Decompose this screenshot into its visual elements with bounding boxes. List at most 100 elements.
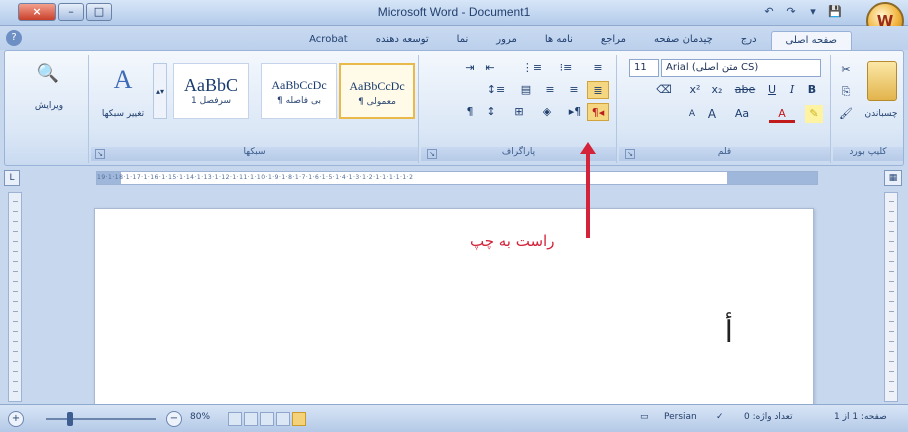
- quick-access-toolbar: ↶ ↷ ▾ 💾: [760, 4, 844, 20]
- tab-home[interactable]: صفحه اصلی: [770, 31, 852, 50]
- tab-view[interactable]: نما: [443, 31, 483, 50]
- vertical-ruler[interactable]: [884, 192, 898, 402]
- font-color-button[interactable]: A: [769, 105, 795, 123]
- word-count[interactable]: تعداد واژه: 0: [744, 412, 792, 422]
- draft-view-icon[interactable]: [228, 412, 242, 426]
- tab-insert[interactable]: درج: [727, 31, 771, 50]
- paragraph-dialog-launcher[interactable]: ↘: [427, 149, 437, 159]
- ruler-tick: [889, 351, 894, 352]
- outline-view-icon[interactable]: [244, 412, 258, 426]
- rtl-direction-icon[interactable]: ¶◂: [587, 103, 609, 121]
- ruler-tick: [13, 321, 18, 322]
- language-indicator[interactable]: Persian: [664, 412, 697, 422]
- font-dialog-launcher[interactable]: ↘: [625, 149, 635, 159]
- page-number[interactable]: صفحه: 1 از 1: [834, 412, 887, 422]
- shading-icon[interactable]: ◈: [535, 103, 559, 121]
- editing-button[interactable]: ویرایش: [17, 97, 81, 115]
- ruler-tick: [889, 291, 894, 292]
- tab-acrobat[interactable]: Acrobat: [295, 31, 362, 50]
- styles-scroll-icon[interactable]: ▴▾: [153, 63, 167, 119]
- zoom-slider-thumb[interactable]: [66, 412, 73, 426]
- style-no-spacing-name: ¶ بی فاصله: [277, 96, 321, 106]
- decrease-indent-icon[interactable]: ⇤: [481, 59, 499, 77]
- full-screen-reading-icon[interactable]: [276, 412, 290, 426]
- style-normal-sample: AaBbCcDc: [349, 79, 405, 93]
- document-page[interactable]: أ: [94, 208, 814, 404]
- change-styles-icon[interactable]: A: [103, 65, 143, 99]
- cut-icon[interactable]: ✂: [837, 61, 855, 79]
- zoom-level[interactable]: 80%: [190, 412, 210, 422]
- print-layout-icon[interactable]: [292, 412, 306, 426]
- ribbon-tabs: ? صفحه اصلی درج چیدمان صفحه مراجع نامه ه…: [0, 26, 908, 50]
- ruler-tick: [889, 271, 894, 272]
- highlight-icon[interactable]: ✎: [805, 105, 823, 123]
- bold-button[interactable]: B: [803, 81, 821, 99]
- font-name-field[interactable]: Arial (متن اصلی CS): [661, 59, 821, 77]
- align-left-icon[interactable]: ≡: [539, 81, 561, 99]
- clear-formatting-icon[interactable]: ⌫: [649, 81, 679, 99]
- underline-button[interactable]: U: [763, 81, 781, 99]
- change-case-button[interactable]: Aa: [729, 105, 755, 123]
- sort-icon[interactable]: ↕: [481, 103, 501, 121]
- line-spacing-icon[interactable]: ↕≡: [483, 81, 509, 99]
- paste-icon[interactable]: [867, 61, 897, 101]
- numbering-icon[interactable]: ≡: [585, 59, 611, 77]
- ruler-tick: [13, 381, 18, 382]
- zoom-slider[interactable]: [46, 418, 156, 420]
- spelling-check-icon[interactable]: ✓: [716, 412, 724, 422]
- subscript-button[interactable]: x₂: [707, 81, 727, 99]
- strikethrough-button[interactable]: abe: [731, 81, 759, 99]
- styles-group: AaBbCcDc ¶ معمولی AaBbCcDc ¶ بی فاصله Aa…: [91, 55, 419, 163]
- tab-review[interactable]: مرور: [482, 31, 531, 50]
- zoom-out-button[interactable]: −: [166, 411, 182, 427]
- style-normal[interactable]: AaBbCcDc ¶ معمولی: [339, 63, 415, 119]
- italic-button[interactable]: I: [783, 81, 801, 99]
- vertical-ruler-left[interactable]: [8, 192, 22, 402]
- change-styles-button[interactable]: تغییر سبکها: [95, 105, 151, 123]
- find-icon[interactable]: 🔍: [33, 63, 63, 93]
- shrink-font-button[interactable]: A: [683, 105, 701, 123]
- bullets-icon[interactable]: ⁝≡: [551, 59, 581, 77]
- font-size-field[interactable]: 11: [629, 59, 659, 77]
- style-no-spacing[interactable]: AaBbCcDc ¶ بی فاصله: [261, 63, 337, 119]
- view-ruler-button[interactable]: ▦: [884, 170, 902, 186]
- show-marks-icon[interactable]: ¶: [461, 103, 479, 121]
- paste-button[interactable]: چسباندن: [859, 105, 903, 123]
- multilevel-list-icon[interactable]: ⋮≡: [517, 59, 547, 77]
- ruler-tick: [889, 331, 894, 332]
- tab-selector[interactable]: L: [4, 170, 20, 186]
- ruler-tick: [13, 341, 18, 342]
- customize-qat-icon[interactable]: ▾: [804, 4, 822, 20]
- proofing-icon[interactable]: ▭: [640, 412, 649, 422]
- grow-font-button[interactable]: A: [703, 105, 721, 123]
- horizontal-ruler[interactable]: 19·1·18·1·17·1·16·1·15·1·14·1·13·1·12·1·…: [96, 171, 818, 185]
- document-text: أ: [724, 316, 733, 349]
- copy-icon[interactable]: ⎘: [837, 83, 855, 101]
- tab-developer[interactable]: توسعه دهنده: [362, 31, 443, 50]
- superscript-button[interactable]: x²: [685, 81, 705, 99]
- ruler-tick: [13, 281, 18, 282]
- help-icon[interactable]: ?: [6, 30, 22, 46]
- style-heading-1[interactable]: AaBbC سرفصل 1: [173, 63, 249, 119]
- undo-icon[interactable]: ↶: [760, 4, 778, 20]
- web-layout-icon[interactable]: [260, 412, 274, 426]
- align-center-icon[interactable]: ≡: [563, 81, 585, 99]
- redo-icon[interactable]: ↷: [782, 4, 800, 20]
- justify-icon[interactable]: ▤: [515, 81, 537, 99]
- ruler-tick: [889, 241, 894, 242]
- save-icon[interactable]: 💾: [826, 4, 844, 20]
- borders-icon[interactable]: ⊞: [507, 103, 531, 121]
- ruler-tick: [13, 361, 18, 362]
- format-painter-icon[interactable]: 🖌: [837, 105, 855, 123]
- tab-mailings[interactable]: نامه ها: [531, 31, 587, 50]
- styles-dialog-launcher[interactable]: ↘: [95, 149, 105, 159]
- increase-indent-icon[interactable]: ⇥: [461, 59, 479, 77]
- ltr-direction-icon[interactable]: ▸¶: [565, 103, 585, 121]
- tab-page-layout[interactable]: چیدمان صفحه: [640, 31, 727, 50]
- ruler-tick: [13, 291, 18, 292]
- tab-references[interactable]: مراجع: [587, 31, 640, 50]
- ruler-tick: [13, 221, 18, 222]
- ribbon: چسباندن ✂ ⎘ 🖌 کلیپ بورد Arial (متن اصلی …: [4, 50, 904, 166]
- zoom-in-button[interactable]: +: [8, 411, 24, 427]
- align-right-icon[interactable]: ≣: [587, 81, 609, 99]
